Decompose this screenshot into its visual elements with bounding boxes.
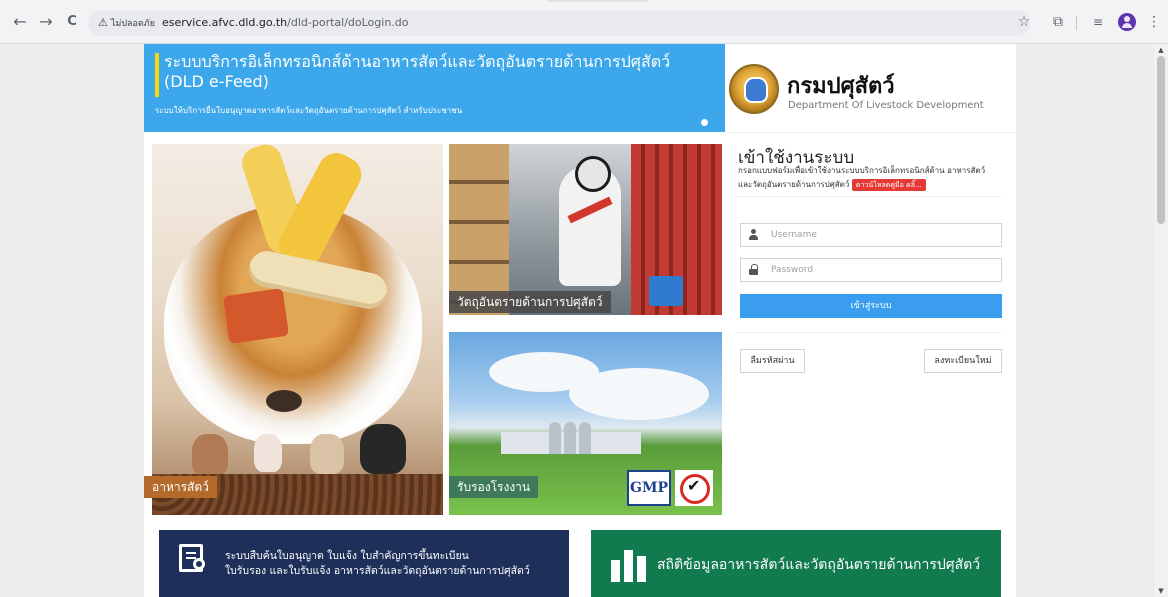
magnifier-icon — [193, 558, 205, 570]
user-icon — [749, 229, 759, 241]
license-search-line2: ใบรับรอง และใบรับแจ้ง อาหารสัตว์และวัตถุ… — [225, 565, 530, 577]
silo-image — [579, 422, 591, 454]
password-field[interactable] — [740, 258, 1002, 282]
scroll-up-icon[interactable]: ▲ — [1157, 46, 1165, 54]
page-container: ระบบบริการอิเล็กทรอนิกส์ด้านอาหารสัตว์แล… — [144, 44, 1016, 597]
reload-icon[interactable]: C — [62, 12, 82, 32]
header-banner: ระบบบริการอิเล็กทรอนิกส์ด้านอาหารสัตว์แล… — [144, 44, 725, 132]
browser-toolbar: ← → C ⚠ ไม่ปลอดภัย eservice.afvc.dld.go.t… — [0, 0, 1168, 44]
address-bar[interactable]: ⚠ ไม่ปลอดภัย eservice.afvc.dld.go.th/dld-… — [88, 10, 1030, 36]
divider — [725, 132, 1016, 133]
lock-icon — [749, 264, 759, 276]
divider — [738, 196, 1002, 197]
login-description: กรอกแบบฟอร์มเพื่อเข้าใช้งานระบบบริการอิเ… — [738, 164, 988, 192]
login-button[interactable]: เข้าสู่ระบบ — [740, 294, 1002, 318]
check-mark-icon: ✔ — [687, 476, 701, 495]
dog-image — [192, 434, 228, 476]
license-search-line1: ระบบสืบค้นใบอนุญาต ใบแจ้ง ใบสำคัญการขึ้น… — [225, 550, 469, 562]
tile-label-feed[interactable]: อาหารสัตว์ — [144, 476, 217, 498]
site-subtitle: ระบบให้บริการยื่นใบอนุญาตอาหารสัตว์และวั… — [155, 106, 463, 115]
url-text[interactable]: eservice.afvc.dld.go.th/dld-portal/doLog… — [162, 15, 409, 31]
biscuit-image — [222, 288, 290, 344]
username-field[interactable] — [740, 223, 1002, 247]
security-label: ไม่ปลอดภัย — [110, 19, 156, 29]
license-search-text: ระบบสืบค้นใบอนุญาต ใบแจ้ง ใบสำคัญการขึ้น… — [225, 549, 530, 579]
license-search-banner[interactable]: ระบบสืบค้นใบอนุญาต ใบแจ้ง ใบสำคัญการขึ้น… — [159, 530, 569, 597]
password-input[interactable] — [771, 259, 997, 281]
menu-icon[interactable]: ⋮ — [1144, 13, 1164, 31]
statistics-banner[interactable]: สถิติข้อมูลอาหารสัตว์และวัตถุอันตรายด้าน… — [591, 530, 1001, 597]
banner-accent-bar — [155, 53, 159, 97]
paw-print-image — [266, 390, 302, 412]
dog-image — [360, 424, 406, 474]
dog-image — [310, 434, 344, 474]
tab-search-icon[interactable]: ≡ — [1088, 13, 1108, 31]
username-input[interactable] — [771, 224, 997, 246]
profile-icon[interactable] — [1118, 13, 1136, 31]
back-icon[interactable]: ← — [10, 12, 30, 32]
silo-image — [549, 422, 561, 454]
warning-icon: ⚠ — [98, 16, 108, 29]
url-path: /dld-portal/doLogin.do — [287, 16, 409, 29]
tile-label-factory[interactable]: รับรองโรงงาน — [449, 476, 539, 498]
department-seal-logo — [729, 64, 779, 114]
site-title-en: (DLD e-Feed) — [164, 72, 269, 91]
statistics-label: สถิติข้อมูลอาหารสัตว์และวัตถุอันตรายด้าน… — [657, 557, 981, 573]
site-title: ระบบบริการอิเล็กทรอนิกส์ด้านอาหารสัตว์แล… — [164, 52, 719, 92]
tile-hazardous-substances[interactable] — [449, 144, 722, 315]
extensions-icon[interactable]: ⧉ — [1048, 13, 1068, 31]
register-button[interactable]: ลงทะเบียนใหม่ — [924, 349, 1002, 373]
department-logo-area: กรมปศุสัตว์ Department Of Livestock Deve… — [725, 44, 1016, 132]
star-icon[interactable]: ☆ — [1014, 13, 1034, 31]
divider — [738, 332, 1002, 333]
security-indicator[interactable]: ⚠ ไม่ปลอดภัย — [98, 15, 155, 31]
carousel-dot[interactable] — [701, 119, 708, 126]
bar-chart-icon — [611, 550, 647, 582]
forward-icon[interactable]: → — [36, 12, 56, 32]
department-name-th: กรมปศุสัตว์ — [787, 74, 895, 99]
tile-label-hazard[interactable]: วัตถุอันตรายด้านการปศุสัตว์ — [449, 291, 611, 313]
manual-download-button[interactable]: ดาวน์โหลดคู่มือ คลิ๊... — [851, 178, 926, 191]
warehouse-shelf-image — [449, 144, 509, 315]
department-name-en: Department Of Livestock Development — [788, 100, 984, 111]
page-scrollbar[interactable]: ▲ ▼ — [1154, 44, 1168, 597]
site-title-th: ระบบบริการอิเล็กทรอนิกส์ด้านอาหารสัตว์แล… — [164, 52, 671, 71]
cloud-image — [569, 368, 709, 420]
chemical-container-image — [649, 276, 683, 306]
silo-image — [564, 422, 576, 454]
hazmat-worker-image — [559, 156, 621, 286]
dog-image — [254, 434, 282, 472]
scroll-down-icon[interactable]: ▼ — [1157, 587, 1165, 595]
tab-strip-edge — [548, 0, 648, 2]
gmp-logo: GMP — [627, 470, 671, 506]
scroll-thumb[interactable] — [1157, 56, 1165, 224]
url-host: eservice.afvc.dld.go.th — [162, 16, 288, 29]
forgot-password-button[interactable]: ลืมรหัสผ่าน — [740, 349, 805, 373]
tile-animal-feed[interactable] — [152, 144, 443, 515]
toolbar-separator — [1076, 16, 1077, 30]
